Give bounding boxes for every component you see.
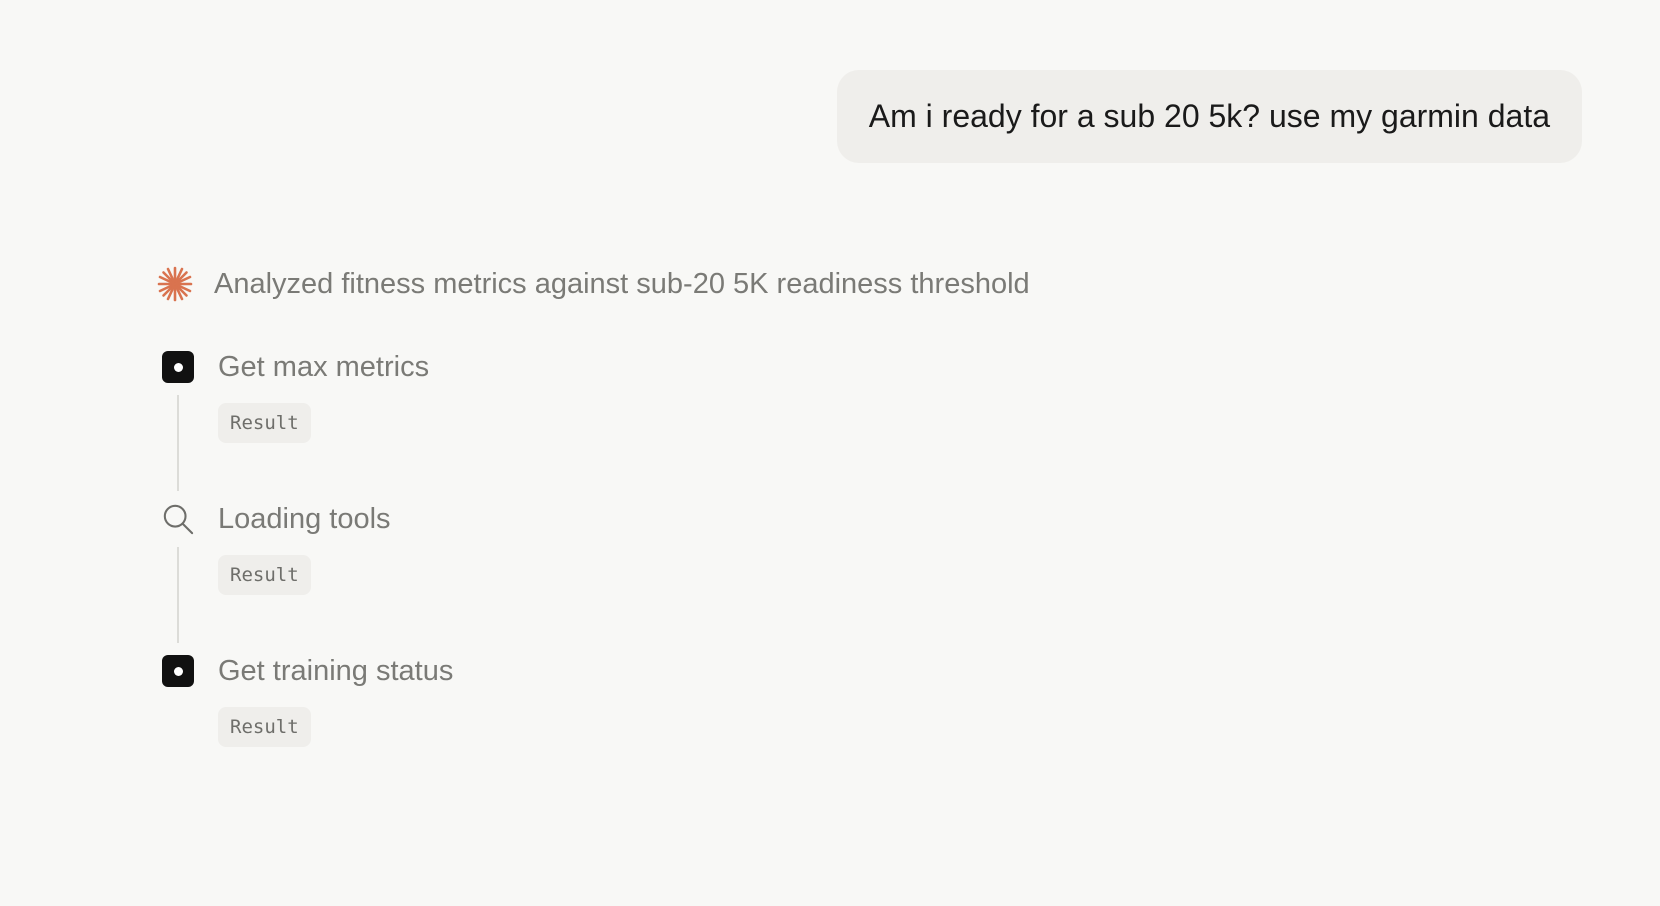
result-button[interactable]: Result [218,403,311,443]
summary-text: Analyzed fitness metrics against sub-20 … [214,267,1030,300]
spark-icon [156,265,194,303]
result-button[interactable]: Result [218,555,311,595]
result-button[interactable]: Result [218,707,311,747]
chat-page: Am i ready for a sub 20 5k? use my garmi… [0,0,1660,906]
user-message-bubble: Am i ready for a sub 20 5k? use my garmi… [836,70,1582,163]
user-message-text: Am i ready for a sub 20 5k? use my garmi… [868,98,1550,134]
step-title[interactable]: Get training status [218,649,453,693]
step-connector [177,395,179,491]
thinking-summary[interactable]: Analyzed fitness metrics against sub-20 … [156,262,1030,306]
step-title[interactable]: Loading tools [218,497,391,541]
step-title[interactable]: Get max metrics [218,345,429,389]
step-connector [177,547,179,643]
tool-box-icon [162,655,194,687]
tool-box-icon [162,351,194,383]
search-icon [162,503,194,535]
